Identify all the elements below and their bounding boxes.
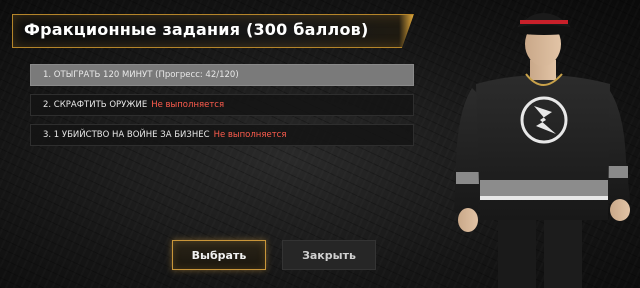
task-label: 2. СКРАФТИТЬ ОРУЖИЕ	[43, 100, 148, 110]
right-hand	[610, 199, 630, 221]
left-hand	[458, 208, 478, 232]
task-label: 3. 1 УБИЙСТВО НА ВОЙНЕ ЗА БИЗНЕС	[43, 130, 210, 140]
task-status: Не выполняется	[151, 100, 225, 110]
right-leg	[544, 214, 582, 288]
hat-brim	[512, 25, 576, 35]
left-leg	[498, 214, 536, 288]
character-avatar	[454, 13, 630, 288]
page-title: Фракционные задания (300 баллов)	[24, 20, 369, 39]
close-button[interactable]: Закрыть	[282, 240, 376, 270]
select-button[interactable]: Выбрать	[172, 240, 266, 270]
task-label: 1. ОТЫГРАТЬ 120 МИНУТ (Прогресс: 42/120)	[43, 70, 239, 80]
task-item-1[interactable]: 1. ОТЫГРАТЬ 120 МИНУТ (Прогресс: 42/120)	[30, 64, 414, 86]
task-item-2[interactable]: 2. СКРАФТИТЬ ОРУЖИЕ Не выполняется	[30, 94, 414, 116]
jersey-stripe-white	[480, 196, 608, 200]
task-item-3[interactable]: 3. 1 УБИЙСТВО НА ВОЙНЕ ЗА БИЗНЕС Не выпо…	[30, 124, 414, 146]
hat-band	[520, 20, 568, 24]
left-sleeve-stripe	[456, 172, 482, 184]
task-status: Не выполняется	[213, 130, 287, 140]
jersey-stripe	[480, 180, 608, 196]
